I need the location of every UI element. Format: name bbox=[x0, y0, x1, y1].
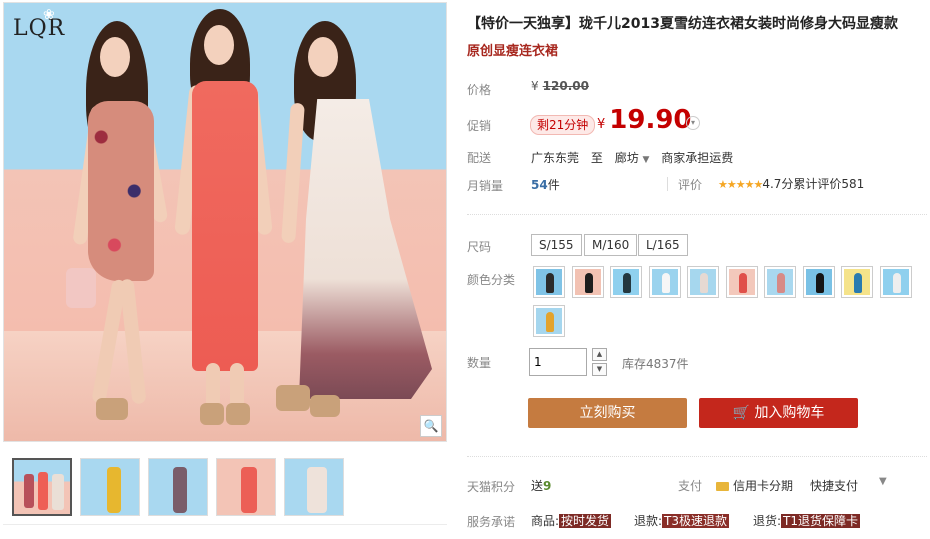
payment-label: 支付 bbox=[678, 479, 703, 493]
points-value: 送9 bbox=[531, 479, 552, 493]
color-swatch[interactable] bbox=[687, 266, 719, 298]
service-return[interactable]: 退货: T1退货保障卡 bbox=[753, 512, 861, 529]
original-price: ¥120.00 bbox=[531, 79, 589, 93]
destination-select[interactable]: 廊坊 ▼ bbox=[615, 151, 650, 165]
credit-card-icon bbox=[716, 482, 729, 491]
product-subtitle: 原创显瘦连衣裙 bbox=[467, 44, 559, 59]
cart-icon: 🛒 bbox=[732, 405, 750, 421]
product-title: 【特价一天独享】珑千儿2013夏雪纺连衣裙女装时尚修身大码显瘦款 bbox=[467, 16, 898, 32]
credit-installment[interactable]: 信用卡分期 bbox=[716, 477, 793, 494]
shipping-info: 广东东莞 至 廊坊 ▼ 商家承担运费 bbox=[531, 151, 734, 165]
color-swatch[interactable] bbox=[802, 266, 835, 298]
chevron-down-icon[interactable]: ▾ bbox=[686, 116, 700, 130]
countdown-badge: 剩21分钟 bbox=[530, 115, 596, 135]
shipping-label: 配送 bbox=[467, 151, 492, 165]
increase-button[interactable]: ▲ bbox=[592, 348, 607, 361]
color-swatch[interactable] bbox=[648, 266, 681, 298]
chevron-down-icon[interactable]: ▼ bbox=[879, 476, 887, 487]
monthly-sales: 54件 bbox=[531, 178, 560, 192]
monthly-sales-label: 月销量 bbox=[467, 179, 504, 193]
quantity-label: 数量 bbox=[467, 356, 492, 370]
quick-pay[interactable]: 快捷支付 bbox=[810, 477, 858, 494]
decrease-button[interactable]: ▼ bbox=[592, 363, 607, 376]
buy-now-button[interactable]: 立刻购买 bbox=[528, 398, 687, 428]
size-option[interactable]: M/160 bbox=[584, 234, 638, 256]
quantity-input[interactable] bbox=[529, 348, 587, 376]
thumbnail[interactable] bbox=[148, 458, 208, 516]
color-swatch[interactable] bbox=[841, 266, 873, 298]
thumbnail[interactable] bbox=[80, 458, 140, 516]
promo-price: ¥19.90 bbox=[597, 105, 692, 135]
price-label: 价格 bbox=[467, 83, 492, 97]
stock-text: 库存4837件 bbox=[622, 357, 689, 371]
size-option[interactable]: S/155 bbox=[531, 234, 582, 256]
service-refund[interactable]: 退款: T3极速退款 bbox=[634, 512, 730, 529]
rating-label: 评价 bbox=[678, 178, 703, 192]
color-swatch[interactable] bbox=[610, 266, 642, 298]
zoom-icon[interactable]: 🔍 bbox=[420, 415, 442, 437]
size-option[interactable]: L/165 bbox=[638, 234, 688, 256]
star-icons: ★★★★★ bbox=[718, 178, 763, 191]
brand-logo: LQR ❀ bbox=[13, 7, 66, 41]
color-swatch[interactable] bbox=[879, 266, 912, 298]
color-swatch[interactable] bbox=[533, 266, 565, 298]
rating[interactable]: ★★★★★4.7分累计评价581 bbox=[718, 175, 864, 192]
product-photo: LQR ❀ bbox=[4, 3, 446, 441]
color-swatch[interactable] bbox=[533, 305, 565, 337]
thumbnail[interactable] bbox=[284, 458, 344, 516]
thumbnail[interactable] bbox=[12, 458, 72, 516]
color-swatch[interactable] bbox=[571, 266, 604, 298]
color-label: 颜色分类 bbox=[467, 273, 516, 287]
service-shipping[interactable]: 商品: 按时发货 bbox=[531, 512, 612, 529]
thumbnail[interactable] bbox=[216, 458, 276, 516]
color-swatch[interactable] bbox=[764, 266, 796, 298]
add-to-cart-button[interactable]: 🛒 加入购物车 bbox=[699, 398, 858, 428]
points-label: 天猫积分 bbox=[467, 480, 516, 494]
service-label: 服务承诺 bbox=[467, 515, 516, 529]
size-label: 尺码 bbox=[467, 240, 492, 254]
product-main-image[interactable]: LQR ❀ 🔍 bbox=[3, 2, 447, 442]
color-swatch[interactable] bbox=[725, 266, 758, 298]
promo-label: 促销 bbox=[467, 119, 492, 133]
